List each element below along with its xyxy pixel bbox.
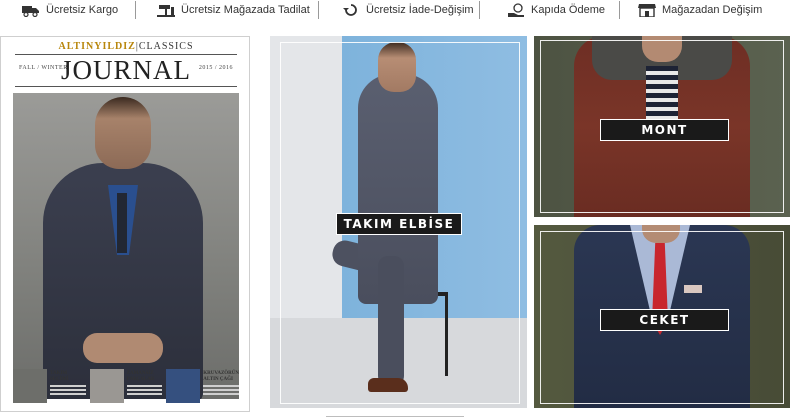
service-store-exchange[interactable]: Mağazadan Değişim xyxy=(638,0,762,20)
journal-card[interactable]: ALTINYILDIZ|CLASSICS FALL / WINTER JOURN… xyxy=(0,36,250,412)
service-label: Ücretsiz Mağazada Tadilat xyxy=(181,4,310,16)
divider xyxy=(479,1,480,19)
truck-icon xyxy=(22,3,40,17)
article-thumbnail xyxy=(13,369,47,403)
partial-next-section xyxy=(326,416,464,420)
category-label-jacket[interactable]: CEKET xyxy=(600,309,729,331)
category-tile-coat[interactable]: MONT xyxy=(534,36,790,217)
category-label-suit[interactable]: TAKIM ELBİSE xyxy=(336,213,462,235)
journal-brand: ALTINYILDIZ|CLASSICS xyxy=(58,41,194,52)
category-tile-jacket[interactable]: CEKET xyxy=(534,225,790,408)
category-label-coat[interactable]: MONT xyxy=(600,119,729,141)
article-teaser[interactable]: TAKIM SEÇİMİ xyxy=(13,369,86,409)
service-free-return[interactable]: Ücretsiz İade-Değişim xyxy=(342,0,474,20)
service-label: Ücretsiz İade-Değişim xyxy=(366,4,474,16)
brand-name: ALTINYILDIZ xyxy=(58,41,136,52)
service-label: Ücretsiz Kargo xyxy=(46,4,119,16)
article-teaser[interactable]: KRUVAZÖRÜN ALTIN ÇAĞI xyxy=(166,369,239,409)
journal-cover-photo: B xyxy=(13,93,239,399)
store-icon xyxy=(638,3,656,17)
journal-year: 2015 / 2016 xyxy=(198,65,233,71)
divider xyxy=(318,1,319,19)
journal-header: ALTINYILDIZ|CLASSICS FALL / WINTER JOURN… xyxy=(15,39,237,89)
divider xyxy=(619,1,620,19)
divider xyxy=(135,1,136,19)
service-cash-on-delivery[interactable]: Kapıda Ödeme xyxy=(507,0,605,20)
service-label: Kapıda Ödeme xyxy=(531,4,605,16)
article-title: ZAMANSIZ PARÇALAR xyxy=(126,371,155,382)
return-arrow-icon xyxy=(342,3,360,17)
sewing-machine-icon xyxy=(157,3,175,17)
money-hand-icon xyxy=(507,3,525,17)
journal-articles: TAKIM SEÇİMİ ZAMANSIZ PARÇALAR KRUVAZÖRÜ… xyxy=(13,369,239,409)
service-label: Mağazadan Değişim xyxy=(662,4,763,16)
divider xyxy=(15,86,237,87)
service-bar: Ücretsiz Kargo Ücretsiz Mağazada Tadilat… xyxy=(0,0,790,20)
category-tile-suit[interactable]: TAKIM ELBİSE xyxy=(270,36,527,408)
brand-line: CLASSICS xyxy=(138,41,194,52)
article-teaser[interactable]: ZAMANSIZ PARÇALAR xyxy=(89,369,163,409)
service-free-shipping[interactable]: Ücretsiz Kargo xyxy=(22,0,118,20)
article-title: TAKIM SEÇİMİ xyxy=(50,371,69,382)
article-thumbnail xyxy=(166,369,201,403)
article-thumbnail xyxy=(89,369,124,403)
service-free-alteration[interactable]: Ücretsiz Mağazada Tadilat xyxy=(157,0,310,20)
article-title: KRUVAZÖRÜN ALTIN ÇAĞI xyxy=(203,371,239,382)
